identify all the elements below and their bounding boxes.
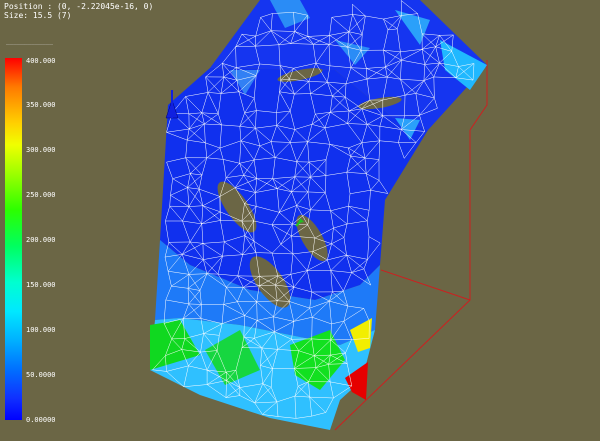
3d-viewport[interactable] [0,0,600,441]
